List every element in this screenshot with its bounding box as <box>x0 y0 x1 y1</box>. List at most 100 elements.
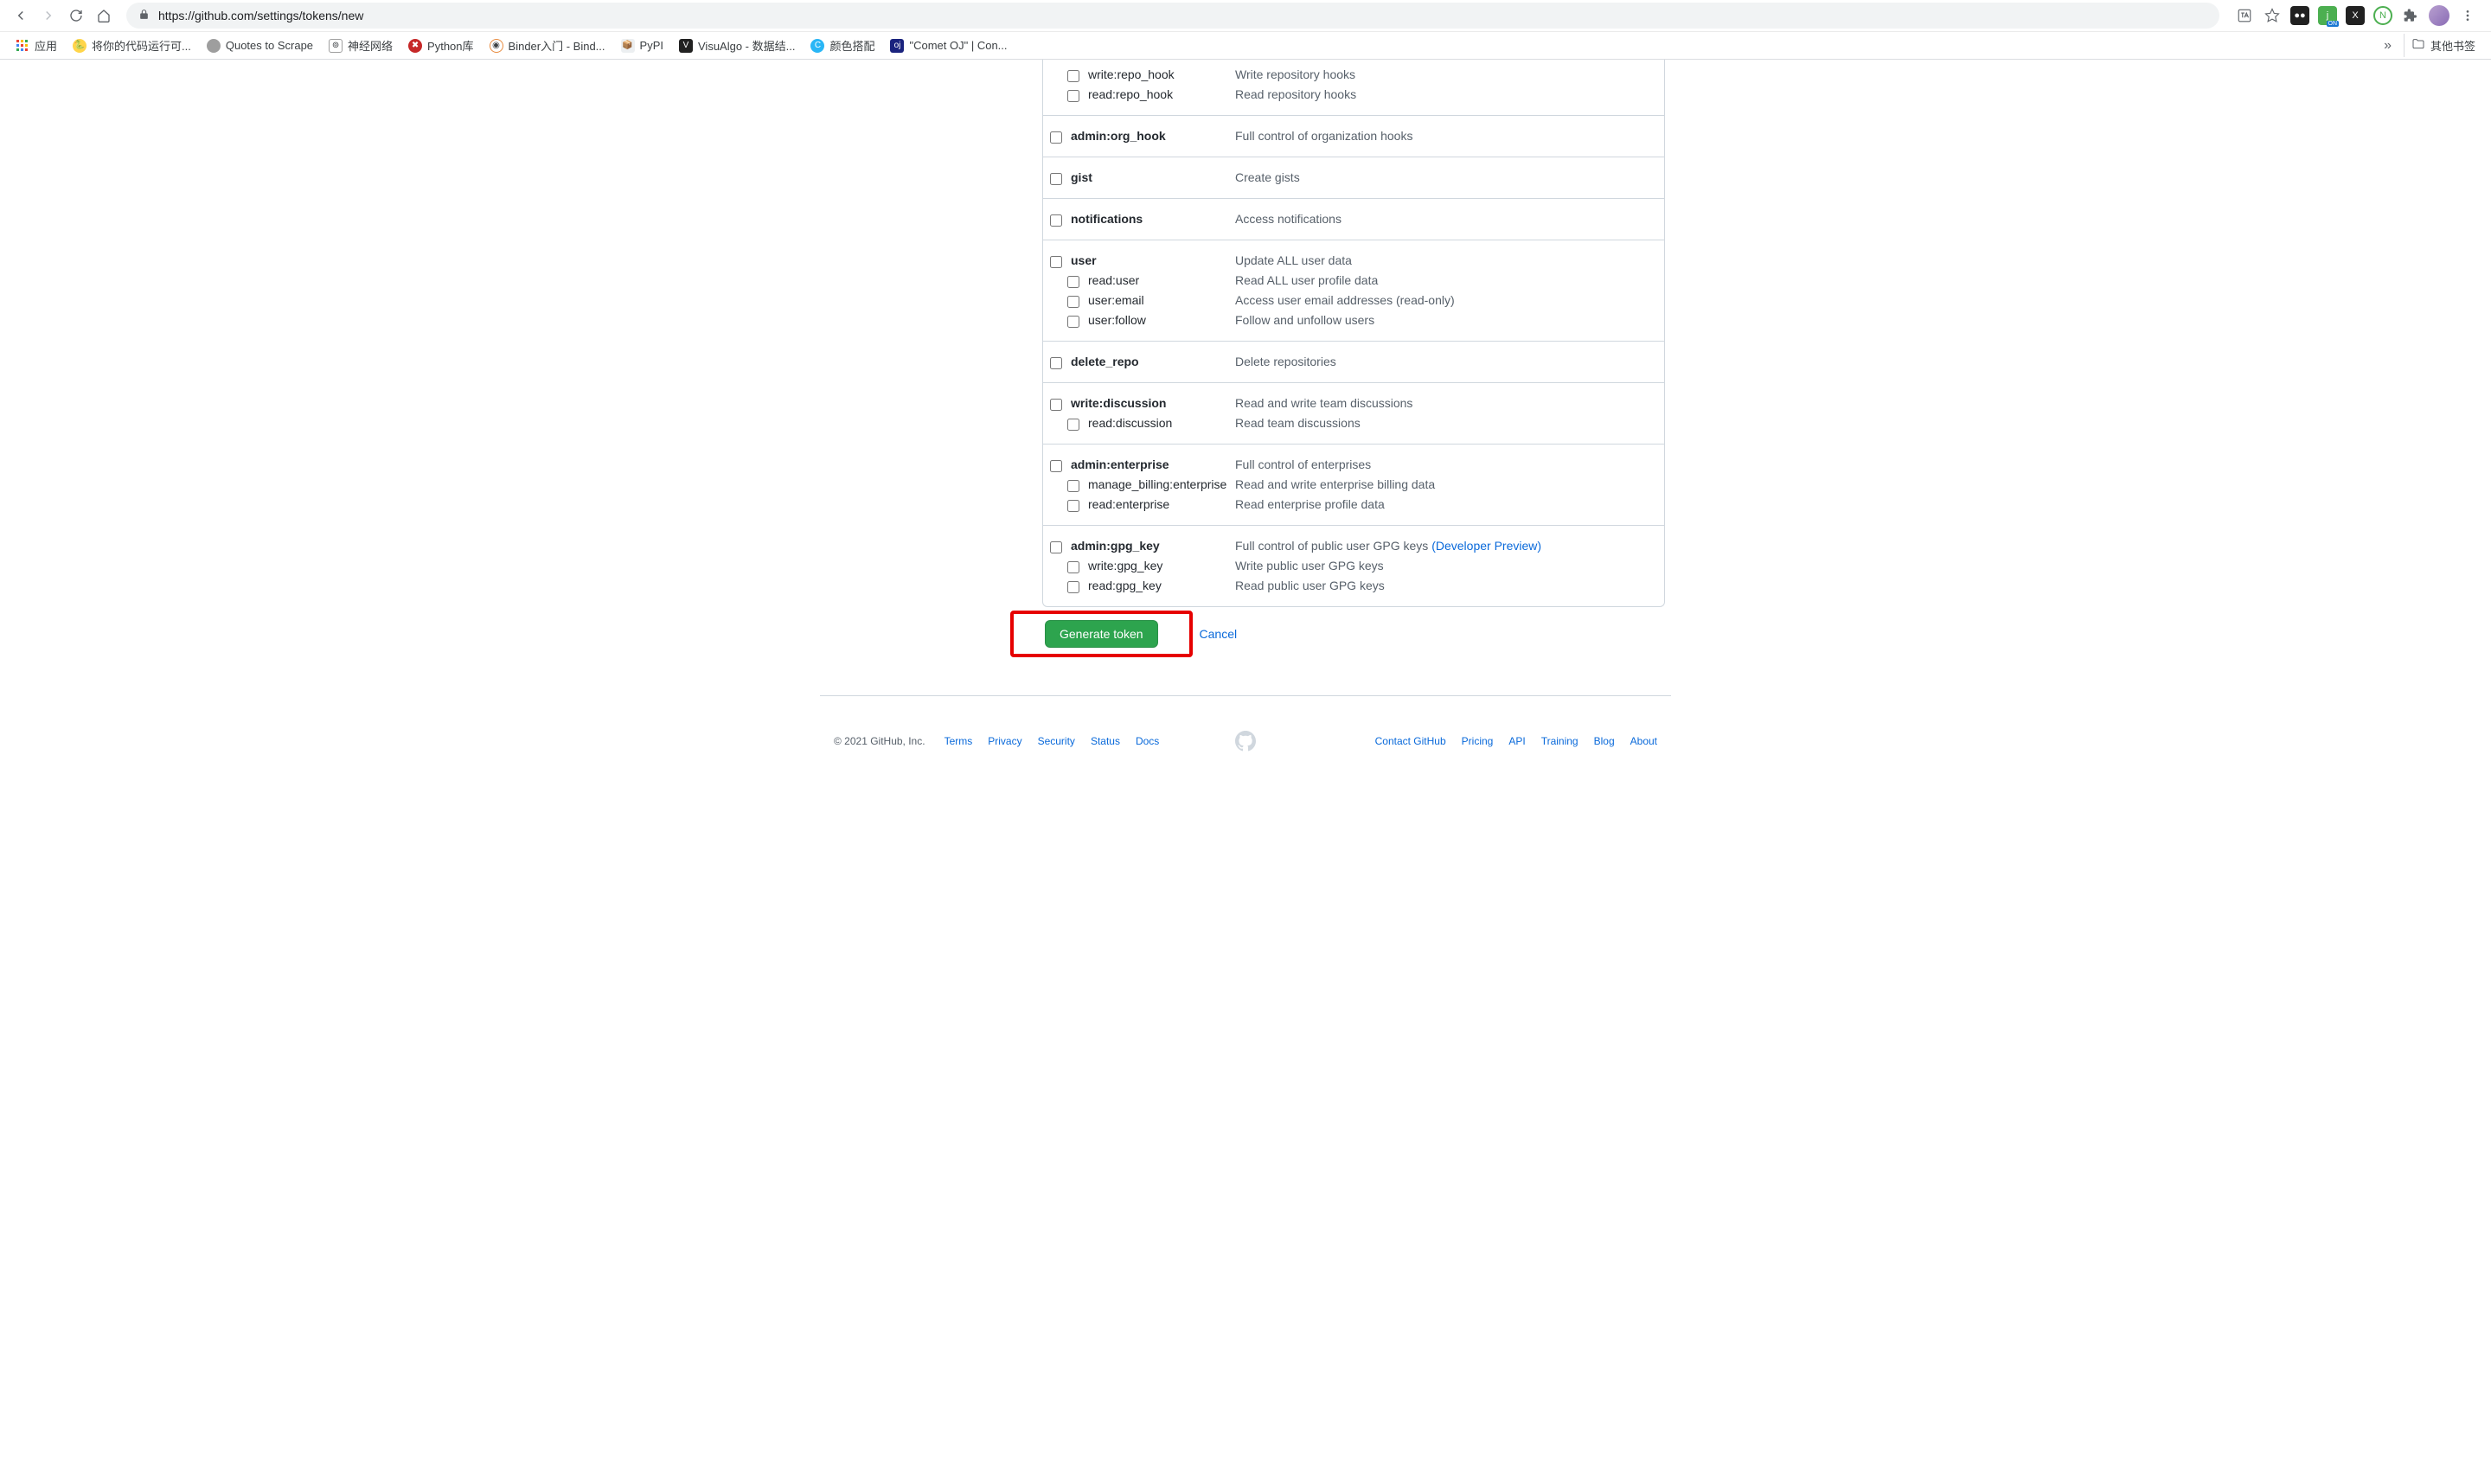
scope-label: user:follow <box>1088 313 1235 327</box>
scope-description: Delete repositories <box>1235 355 1336 368</box>
extension-icon-1[interactable]: ●● <box>2290 6 2309 25</box>
other-bookmarks-label: 其他书签 <box>2430 37 2475 54</box>
scope-checkbox-user-follow[interactable] <box>1067 316 1079 328</box>
scope-label: write:gpg_key <box>1088 559 1235 572</box>
extensions-icon[interactable] <box>2401 6 2420 25</box>
scope-group: write:discussionRead and write team disc… <box>1043 382 1664 444</box>
extension-icon-3[interactable]: X <box>2346 6 2365 25</box>
bookmark-item[interactable]: 🐍将你的代码运行可... <box>66 34 198 57</box>
scope-row: notificationsAccess notifications <box>1050 209 1657 229</box>
bookmark-label: 神经网络 <box>348 37 393 54</box>
footer-link-docs[interactable]: Docs <box>1136 735 1159 747</box>
translate-icon[interactable] <box>2235 6 2254 25</box>
footer-left: © 2021 GitHub, Inc. Terms Privacy Securi… <box>834 735 1218 747</box>
menu-icon[interactable] <box>2458 6 2477 25</box>
bookmark-item[interactable]: VVisuAlgo - 数据结... <box>672 34 802 57</box>
scope-checkbox-admin-gpg-key[interactable] <box>1050 541 1062 553</box>
scope-description-text: Access user email addresses (read-only) <box>1235 293 1455 307</box>
scope-description: Full control of organization hooks <box>1235 129 1412 143</box>
scope-label: write:repo_hook <box>1088 67 1235 81</box>
scope-description: Access notifications <box>1235 212 1342 226</box>
reload-button[interactable] <box>64 3 88 28</box>
scope-description-text: Read team discussions <box>1235 416 1361 430</box>
bookmark-item[interactable]: C颜色搭配 <box>804 34 881 57</box>
extension-icon-2[interactable]: jON <box>2318 6 2337 25</box>
bookmark-item[interactable]: oj"Comet OJ" | Con... <box>883 35 1014 56</box>
scope-checkbox-read-discussion[interactable] <box>1067 419 1079 431</box>
url-bar[interactable]: https://github.com/settings/tokens/new <box>126 3 2219 29</box>
back-button[interactable] <box>9 3 33 28</box>
star-icon[interactable] <box>2263 6 2282 25</box>
scope-group: admin:enterpriseFull control of enterpri… <box>1043 444 1664 525</box>
footer-link-blog[interactable]: Blog <box>1594 735 1615 747</box>
cancel-link[interactable]: Cancel <box>1200 627 1238 641</box>
scope-checkbox-write-gpg-key[interactable] <box>1067 561 1079 573</box>
bookmark-apps[interactable]: 应用 <box>9 34 64 57</box>
footer-link-about[interactable]: About <box>1630 735 1657 747</box>
actions-row: Generate token Cancel <box>1007 607 1657 661</box>
scope-label: write:discussion <box>1071 396 1235 410</box>
scope-row: admin:gpg_keyFull control of public user… <box>1050 536 1657 556</box>
scope-label: admin:enterprise <box>1071 457 1235 471</box>
scope-description: Write repository hooks <box>1235 67 1355 81</box>
scope-checkbox-gist[interactable] <box>1050 173 1062 185</box>
scope-label: notifications <box>1071 212 1235 226</box>
footer-link-status[interactable]: Status <box>1091 735 1120 747</box>
profile-avatar[interactable] <box>2429 5 2449 26</box>
scope-group: userUpdate ALL user dataread:userRead AL… <box>1043 240 1664 341</box>
footer-link-api[interactable]: API <box>1508 735 1525 747</box>
bookmark-item[interactable]: ✖Python库 <box>401 34 480 57</box>
footer-link-training[interactable]: Training <box>1541 735 1578 747</box>
scope-checkbox-admin-org-hook[interactable] <box>1050 131 1062 144</box>
scope-checkbox-read-repo-hook[interactable] <box>1067 90 1079 102</box>
developer-preview-link[interactable]: (Developer Preview) <box>1431 539 1541 553</box>
extension-icon-4[interactable]: N <box>2373 6 2392 25</box>
forward-button[interactable] <box>36 3 61 28</box>
bookmark-item[interactable]: ⊚神经网络 <box>322 34 400 57</box>
scope-checkbox-read-gpg-key[interactable] <box>1067 581 1079 593</box>
scope-checkbox-user-email[interactable] <box>1067 296 1079 308</box>
footer-link-terms[interactable]: Terms <box>945 735 973 747</box>
scope-checkbox-read-user[interactable] <box>1067 276 1079 288</box>
bookmark-item[interactable]: 📦PyPI <box>614 35 670 56</box>
generate-token-button[interactable]: Generate token <box>1045 620 1158 648</box>
scope-label: read:repo_hook <box>1088 87 1235 101</box>
scope-checkbox-read-enterprise[interactable] <box>1067 500 1079 512</box>
scope-row: gistCreate gists <box>1050 168 1657 188</box>
page-content: write:repo_hookWrite repository hooksrea… <box>820 60 1671 661</box>
bookmark-item[interactable]: ◉Binder入门 - Bind... <box>483 34 612 57</box>
scope-checkbox-delete-repo[interactable] <box>1050 357 1062 369</box>
scope-checkbox-admin-enterprise[interactable] <box>1050 460 1062 472</box>
scope-checkbox-write-repo-hook[interactable] <box>1067 70 1079 82</box>
footer-link-privacy[interactable]: Privacy <box>988 735 1021 747</box>
scope-row: delete_repoDelete repositories <box>1050 352 1657 372</box>
scope-label: read:discussion <box>1088 416 1235 430</box>
footer-link-contact[interactable]: Contact GitHub <box>1375 735 1446 747</box>
scope-description: Read public user GPG keys <box>1235 579 1385 592</box>
scope-description-text: Read public user GPG keys <box>1235 579 1385 592</box>
footer-link-pricing[interactable]: Pricing <box>1462 735 1494 747</box>
scope-description: Read and write team discussions <box>1235 396 1412 410</box>
bookmarks-overflow[interactable]: » <box>2377 35 2398 57</box>
scope-description-text: Read and write enterprise billing data <box>1235 477 1435 491</box>
other-bookmarks[interactable]: 其他书签 <box>2404 34 2482 57</box>
scope-description: Write public user GPG keys <box>1235 559 1384 572</box>
scope-checkbox-notifications[interactable] <box>1050 214 1062 227</box>
scope-row: write:gpg_keyWrite public user GPG keys <box>1050 556 1657 576</box>
scope-description-text: Update ALL user data <box>1235 253 1352 267</box>
scope-label: read:gpg_key <box>1088 579 1235 592</box>
scope-description-text: Access notifications <box>1235 212 1342 226</box>
footer-link-security[interactable]: Security <box>1038 735 1075 747</box>
bookmark-item[interactable]: Quotes to Scrape <box>200 35 320 56</box>
home-button[interactable] <box>92 3 116 28</box>
github-mark-icon <box>1235 731 1256 752</box>
scope-checkbox-write-discussion[interactable] <box>1050 399 1062 411</box>
scope-row: read:discussionRead team discussions <box>1050 413 1657 433</box>
highlight-annotation: Generate token <box>1010 611 1193 657</box>
scope-description: Follow and unfollow users <box>1235 313 1374 327</box>
browser-toolbar: https://github.com/settings/tokens/new ●… <box>0 0 2491 31</box>
scope-checkbox-manage-billing-enterprise[interactable] <box>1067 480 1079 492</box>
scope-label: admin:gpg_key <box>1071 539 1235 553</box>
footer-right: Contact GitHub Pricing API Training Blog… <box>1273 735 1657 747</box>
scope-checkbox-user[interactable] <box>1050 256 1062 268</box>
